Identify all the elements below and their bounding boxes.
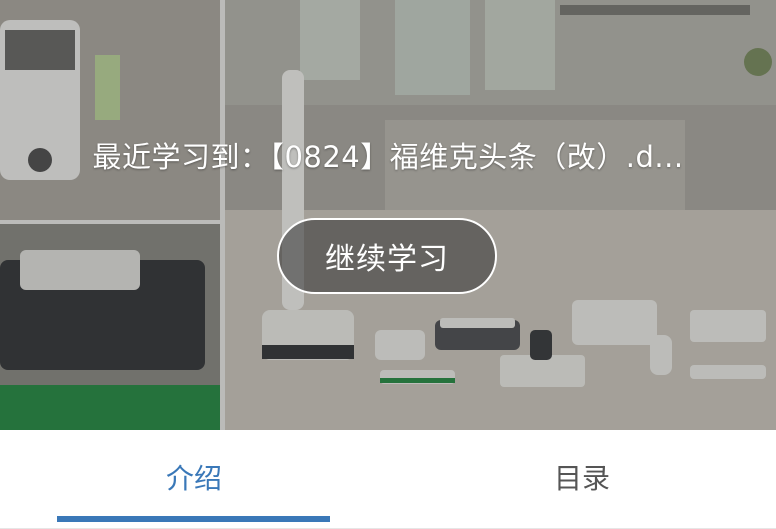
tab-catalog[interactable]: 目录 xyxy=(388,430,776,524)
course-banner: 最近学习到：【0824】福维克头条（改）.d... 继续学习 xyxy=(0,0,776,430)
active-tab-indicator xyxy=(57,516,330,522)
tab-bar: 介绍 目录 xyxy=(0,430,776,529)
tab-introduction[interactable]: 介绍 xyxy=(0,430,388,524)
recent-study-label: 最近学习到： xyxy=(92,140,270,174)
continue-learning-button[interactable]: 继续学习 xyxy=(277,218,497,294)
recent-study-text: 最近学习到：【0824】福维克头条（改）.d... xyxy=(0,134,776,176)
banner-dim-overlay xyxy=(0,0,776,430)
recent-course-title: 【0824】福维克头条（改）.d... xyxy=(269,140,684,174)
